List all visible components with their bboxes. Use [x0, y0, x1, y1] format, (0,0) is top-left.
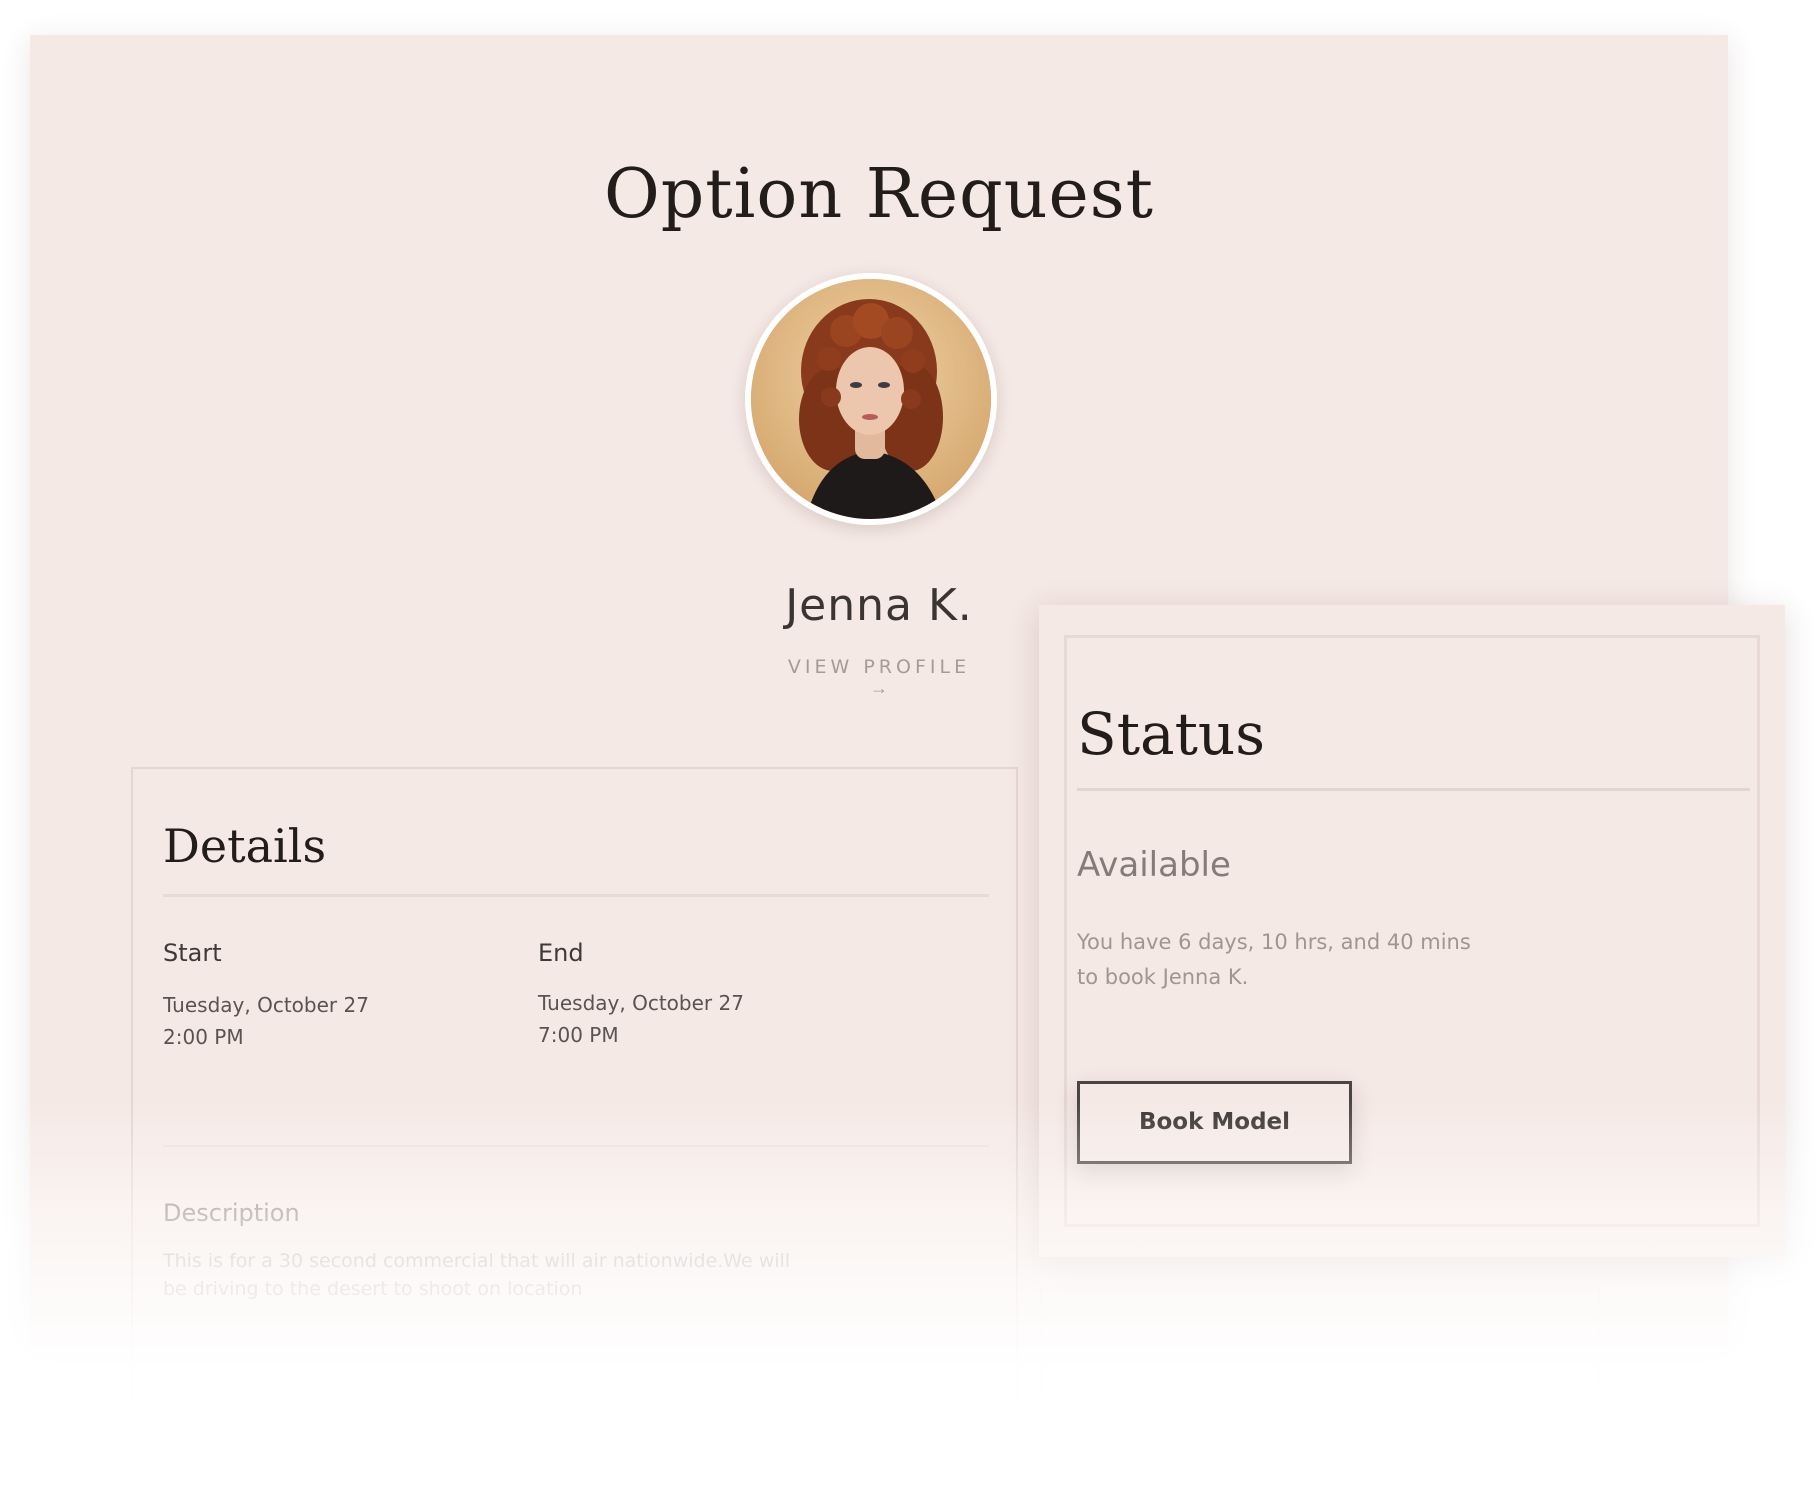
end-time: 7:00 PM: [538, 1023, 619, 1047]
start-time: 2:00 PM: [163, 1025, 244, 1049]
model-avatar[interactable]: [745, 273, 997, 525]
screen: Option Request Jenna K. VIEW PROFILE → D…: [0, 0, 1818, 1512]
details-divider-2: [163, 1145, 989, 1147]
portrait-image: [751, 279, 991, 519]
book-model-button[interactable]: Book Model: [1077, 1081, 1352, 1164]
start-date: Tuesday, October 27: [163, 993, 369, 1017]
start-label: Start: [163, 939, 222, 967]
end-label: End: [538, 939, 584, 967]
status-message-line-2: to book Jenna K.: [1077, 965, 1249, 989]
description-label: Description: [163, 1199, 300, 1227]
description-line-1: This is for a 30 second commercial that …: [163, 1250, 791, 1272]
end-date: Tuesday, October 27: [538, 991, 744, 1015]
details-card: Details Start Tuesday, October 27 2:00 P…: [131, 767, 1018, 1467]
secondary-card-faded: [1040, 1287, 1600, 1407]
status-divider: [1077, 788, 1750, 791]
status-value: Available: [1077, 845, 1231, 885]
status-message: You have 6 days, 10 hrs, and 40 mins to …: [1077, 925, 1497, 995]
page-title: Option Request: [604, 155, 1154, 234]
description-line-2: be driving to the desert to shoot on loc…: [163, 1278, 583, 1300]
status-message-line-1: You have 6 days, 10 hrs, and 40 mins: [1077, 930, 1471, 954]
description-text: This is for a 30 second commercial that …: [163, 1247, 843, 1303]
status-card: Status Available You have 6 days, 10 hrs…: [1039, 605, 1785, 1257]
details-divider: [163, 894, 989, 897]
status-title: Status: [1077, 700, 1266, 768]
details-title: Details: [163, 819, 327, 873]
